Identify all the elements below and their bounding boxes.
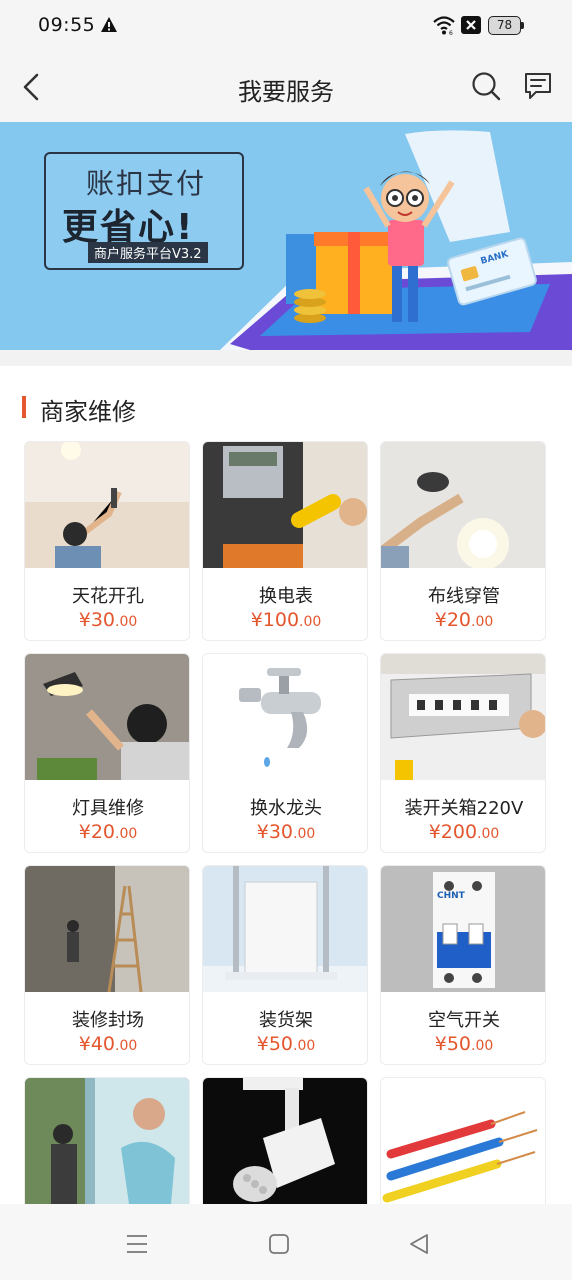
breaker-brand: CHNT (437, 891, 466, 901)
service-card-faucet[interactable]: 换水龙头 ¥30.00 (202, 653, 368, 853)
status-time: 09:55 (38, 14, 96, 36)
service-price: ¥20.00 (78, 821, 138, 843)
promo-banner[interactable]: BANK 账扣支付 更省心! 商户服务平台V3.2 (0, 122, 572, 350)
service-price: ¥20.00 (434, 609, 494, 631)
service-image-track-light (203, 1078, 367, 1204)
service-card-meter[interactable]: 换电表 ¥100.00 (202, 441, 368, 641)
banner-slogan-box: 账扣支付 更省心! 商户服务平台V3.2 (44, 152, 244, 270)
wifi-icon: 6 (433, 16, 455, 36)
service-price: ¥100.00 (250, 609, 322, 631)
message-icon[interactable] (522, 70, 554, 102)
svg-text:6: 6 (449, 30, 453, 36)
service-price: ¥50.00 (434, 1033, 494, 1055)
home-icon[interactable] (269, 1234, 289, 1254)
service-image-ceiling-hole (25, 442, 189, 568)
service-image-wire (381, 1078, 545, 1204)
menu-icon[interactable] (126, 1234, 148, 1254)
sim-off-icon (461, 16, 481, 34)
section-accent-bar (22, 396, 26, 418)
service-card-switch-box[interactable]: 装开关箱220V ¥200.00 (380, 653, 546, 853)
banner-headline: 账扣支付 (86, 167, 207, 200)
battery-indicator: 78 (488, 16, 524, 35)
battery-tip (521, 22, 524, 29)
nav-back-icon[interactable] (408, 1233, 430, 1255)
service-card-wiring[interactable]: 布线穿管 ¥20.00 (380, 441, 546, 641)
banner-tag: 商户服务平台V3.2 (88, 242, 208, 263)
service-price: ¥30.00 (256, 821, 316, 843)
search-icon[interactable] (470, 70, 502, 102)
service-name: 空气开关 (428, 1010, 500, 1031)
service-price: ¥200.00 (428, 821, 500, 843)
service-price: ¥30.00 (78, 609, 138, 631)
service-image-air-switch: CHNT (381, 866, 545, 992)
service-image-renovation-seal (25, 866, 189, 992)
service-name: 装货架 (259, 1010, 313, 1031)
service-name: 换水龙头 (250, 798, 322, 819)
service-image-poster (25, 1078, 189, 1204)
service-price: ¥40.00 (78, 1033, 138, 1055)
service-name: 灯具维修 (72, 798, 144, 819)
service-image-faucet (203, 654, 367, 780)
service-image-switch-box (381, 654, 545, 780)
section-title: 商家维修 (40, 398, 136, 426)
service-name: 装开关箱220V (404, 798, 524, 819)
service-name: 换电表 (259, 586, 313, 607)
service-card-air-switch[interactable]: CHNT 空气开关 ¥50.00 (380, 865, 546, 1065)
service-card-lamp-repair[interactable]: 灯具维修 ¥20.00 (24, 653, 190, 853)
service-card-ceiling-hole[interactable]: 天花开孔 ¥30.00 (24, 441, 190, 641)
system-nav-bar (0, 1204, 572, 1280)
battery-level: 78 (488, 16, 521, 35)
service-image-shelf (203, 866, 367, 992)
service-image-wiring (381, 442, 545, 568)
service-name: 装修封场 (72, 1010, 144, 1031)
banner-illustration: BANK (220, 130, 572, 350)
service-price: ¥50.00 (256, 1033, 316, 1055)
service-name: 天花开孔 (72, 586, 144, 607)
service-name: 布线穿管 (428, 586, 500, 607)
warning-icon (101, 17, 117, 32)
service-card-renovation-seal[interactable]: 装修封场 ¥40.00 (24, 865, 190, 1065)
status-bar: 09:55 6 78 (0, 0, 572, 52)
service-image-lamp-repair (25, 654, 189, 780)
service-card-shelf[interactable]: 装货架 ¥50.00 (202, 865, 368, 1065)
service-image-meter (203, 442, 367, 568)
app-bar: 我要服务 (0, 52, 572, 122)
